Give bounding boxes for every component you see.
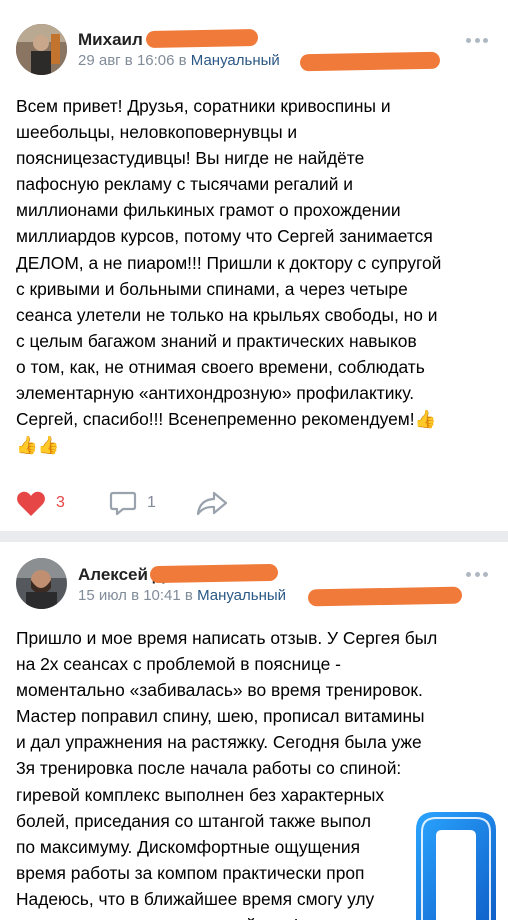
- redaction-mark: [307, 586, 463, 607]
- more-icon[interactable]: [466, 572, 488, 578]
- post-divider: [0, 531, 508, 542]
- avatar[interactable]: [16, 24, 67, 75]
- comment-button[interactable]: 1: [109, 488, 156, 518]
- group-link[interactable]: Мануальный: [191, 52, 280, 69]
- comment-icon: [109, 491, 137, 516]
- post-actions: 3 1: [16, 488, 496, 518]
- comment-count: 1: [147, 494, 156, 511]
- redaction-mark: [299, 51, 441, 72]
- post-date[interactable]: 29 авг в 16:06 в: [78, 52, 187, 69]
- post-meta: 15 июл в 10:41 в Мануальный: [78, 587, 286, 604]
- share-button[interactable]: [196, 488, 228, 518]
- redaction-mark: [145, 29, 259, 48]
- post-meta: 29 авг в 16:06 в Мануальный: [78, 52, 280, 69]
- group-link[interactable]: Мануальный: [197, 587, 286, 604]
- like-button[interactable]: 3: [16, 488, 65, 518]
- logo-icon: [416, 812, 496, 920]
- more-icon[interactable]: [466, 38, 488, 44]
- post-text: Всем привет! Друзья, соратники кривоспин…: [16, 96, 442, 456]
- redaction-mark: [149, 563, 279, 584]
- post-card: Михаил М 29 авг в 16:06 в Мануальный Все…: [0, 0, 508, 531]
- heart-icon: [17, 491, 45, 516]
- post-date[interactable]: 15 июл в 10:41 в: [78, 587, 193, 604]
- avatar[interactable]: [16, 558, 67, 609]
- share-icon: [196, 491, 228, 516]
- like-count: 3: [56, 494, 65, 511]
